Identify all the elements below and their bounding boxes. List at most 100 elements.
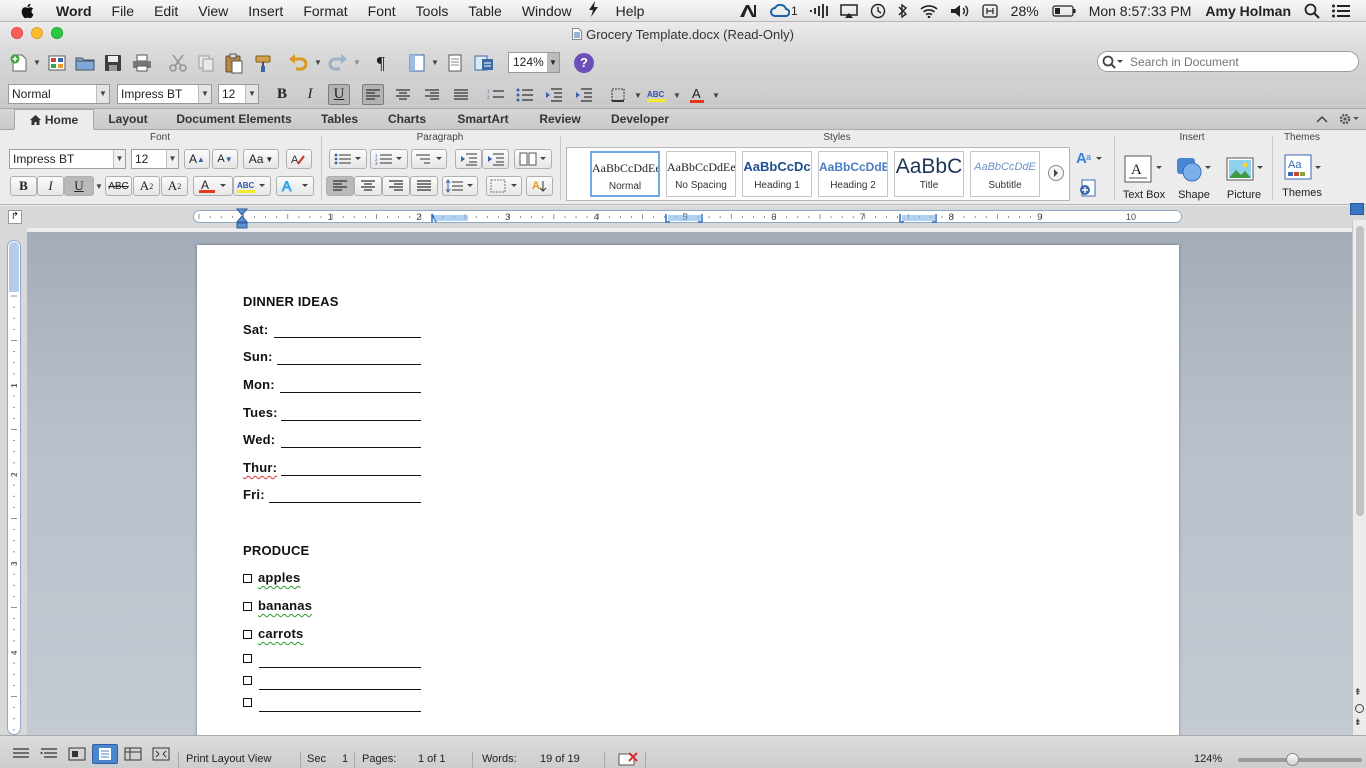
outline-view-button[interactable] <box>36 744 62 764</box>
view-toggle-icon[interactable] <box>1350 203 1364 215</box>
produce-item-carrots[interactable]: carrots <box>243 626 303 641</box>
produce-blank-line-2[interactable] <box>259 689 421 690</box>
redo-button[interactable] <box>325 50 351 76</box>
ribbon-settings-icon[interactable] <box>1338 112 1360 129</box>
notification-center-icon[interactable] <box>1332 4 1350 18</box>
first-line-indent-marker[interactable] <box>235 208 249 233</box>
show-formatting-button[interactable]: ¶ <box>368 50 394 76</box>
time-machine-icon[interactable] <box>870 3 886 19</box>
underline-dropdown-icon[interactable]: ▼ <box>95 182 103 191</box>
day-tues[interactable]: Tues: <box>243 405 278 420</box>
blank-line-mon[interactable] <box>280 392 421 393</box>
produce-blank-line-3[interactable] <box>259 711 421 712</box>
scroll-thumb[interactable] <box>1356 226 1364 516</box>
zoom-slider[interactable] <box>1238 753 1362 766</box>
new-document-button[interactable] <box>6 50 32 76</box>
document-page[interactable]: DINNER IDEAS Sat: Sun: Mon: Tues: Wed: T… <box>197 245 1179 745</box>
search-input[interactable] <box>1130 54 1350 69</box>
document-search-field[interactable] <box>1097 51 1359 72</box>
bluetooth-icon[interactable] <box>898 3 908 19</box>
font-name-select[interactable]: Impress BT ▼ <box>117 84 212 104</box>
style-select[interactable]: Normal ▼ <box>8 84 110 104</box>
highlight-dropdown-icon[interactable]: ▼ <box>673 91 681 100</box>
ribbon-align-right-button[interactable] <box>382 176 410 196</box>
zoom-select[interactable]: 124% ▼ <box>508 52 560 73</box>
day-fri[interactable]: Fri: <box>243 487 265 502</box>
view-layout-button[interactable] <box>404 50 430 76</box>
ribbon-numbering-button[interactable]: 123 <box>370 149 408 169</box>
style-heading-1[interactable]: AaBbCcDc Heading 1 <box>742 151 812 197</box>
ribbon-font-color-button[interactable]: A <box>193 176 233 196</box>
print-button[interactable] <box>129 50 155 76</box>
multilevel-list-button[interactable] <box>411 149 447 169</box>
increase-indent-button[interactable] <box>573 84 595 105</box>
keyboard-input-icon[interactable] <box>982 4 998 18</box>
undo-dropdown-icon[interactable]: ▼ <box>314 58 322 67</box>
tab-smartart[interactable]: SmartArt <box>447 109 519 130</box>
borders-dropdown-icon[interactable]: ▼ <box>634 91 642 100</box>
tab-charts[interactable]: Charts <box>377 109 437 130</box>
align-center-button[interactable] <box>392 84 414 105</box>
page-count[interactable]: 1 of 1 <box>418 753 446 765</box>
insert-text-box-button[interactable]: A Text Box <box>1120 152 1168 201</box>
ribbon-italic-button[interactable]: I <box>37 176 64 196</box>
cut-button[interactable] <box>165 50 191 76</box>
open-folder-button[interactable] <box>72 50 98 76</box>
publishing-view-button[interactable] <box>64 744 90 764</box>
sort-button[interactable]: A <box>526 176 553 196</box>
script-menu-icon[interactable] <box>588 1 600 20</box>
style-subtitle[interactable]: AaBbCcDdE Subtitle <box>970 151 1040 197</box>
menu-tools[interactable]: Tools <box>406 0 459 22</box>
menu-window[interactable]: Window <box>512 0 582 22</box>
tab-stop-markers[interactable] <box>426 212 946 227</box>
dinner-ideas-heading[interactable]: DINNER IDEAS <box>243 294 339 309</box>
zoom-dropdown-icon[interactable]: ▼ <box>547 53 559 72</box>
day-mon[interactable]: Mon: <box>243 377 275 392</box>
zoom-slider-thumb[interactable] <box>1286 753 1299 766</box>
toolbox-button[interactable] <box>471 50 497 76</box>
menu-edit[interactable]: Edit <box>144 0 188 22</box>
styles-more-button[interactable] <box>1048 165 1064 181</box>
sidebar-toggle-button[interactable] <box>442 50 468 76</box>
print-layout-view-button[interactable] <box>92 744 118 764</box>
ribbon-size-select[interactable]: 12 ▼ <box>131 149 179 169</box>
align-right-button[interactable] <box>421 84 443 105</box>
copy-button[interactable] <box>193 50 219 76</box>
font-color-dropdown-icon[interactable]: ▼ <box>712 91 720 100</box>
wifi-icon[interactable] <box>920 4 938 18</box>
tab-layout[interactable]: Layout <box>100 109 156 130</box>
paste-button[interactable] <box>221 50 247 76</box>
proofing-error-icon[interactable] <box>617 752 639 768</box>
ribbon-decrease-indent-button[interactable] <box>455 149 482 169</box>
new-document-dropdown-icon[interactable]: ▼ <box>33 58 41 67</box>
produce-item-apples[interactable]: apples <box>243 570 300 585</box>
strikethrough-button[interactable]: ABC <box>105 176 132 196</box>
previous-page-icon[interactable]: ⇞ <box>1354 688 1362 697</box>
blank-line-sat[interactable] <box>274 337 421 338</box>
justify-button[interactable] <box>450 84 472 105</box>
save-button[interactable] <box>100 50 126 76</box>
ribbon-font-dropdown-icon[interactable]: ▼ <box>113 150 125 168</box>
bullet-list-button[interactable] <box>514 84 536 105</box>
ribbon-bullets-button[interactable] <box>329 149 367 169</box>
menu-insert[interactable]: Insert <box>238 0 293 22</box>
manage-styles-icon[interactable]: Aa <box>1076 148 1104 171</box>
numbered-list-button[interactable]: 12 <box>485 84 507 105</box>
insert-shape-button[interactable]: Shape <box>1172 152 1216 201</box>
ribbon-bold-button[interactable]: B <box>10 176 37 196</box>
tab-developer[interactable]: Developer <box>601 109 679 130</box>
decrease-indent-button[interactable] <box>543 84 565 105</box>
font-color-button[interactable]: A <box>686 84 708 105</box>
bold-button[interactable]: B <box>271 84 293 105</box>
day-sat[interactable]: Sat: <box>243 322 268 337</box>
browse-object-icon[interactable] <box>1355 704 1364 713</box>
day-thur[interactable]: Thur: <box>243 460 277 475</box>
spotlight-icon[interactable] <box>1304 3 1320 19</box>
tab-home[interactable]: Home <box>14 109 94 130</box>
help-button[interactable]: ? <box>571 50 597 76</box>
tab-review[interactable]: Review <box>529 109 591 130</box>
blank-line-sun[interactable] <box>277 364 421 365</box>
ribbon-increase-indent-button[interactable] <box>482 149 509 169</box>
ribbon-align-center-button[interactable] <box>354 176 382 196</box>
shading-button[interactable] <box>486 176 522 196</box>
